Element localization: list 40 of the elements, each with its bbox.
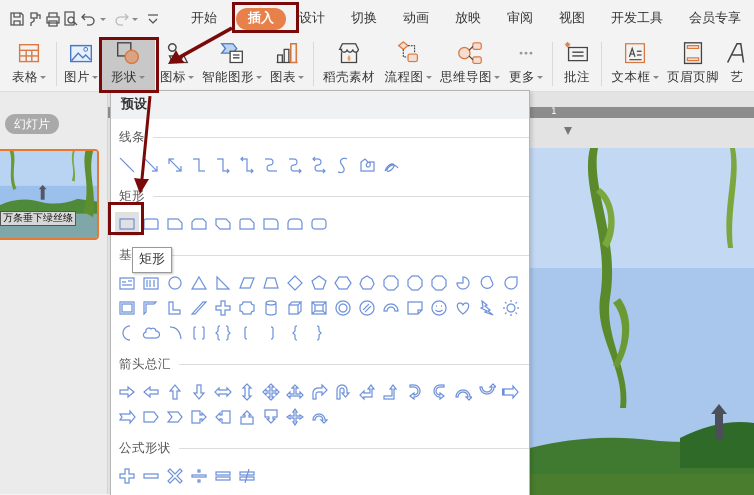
annotation-arrow [168, 26, 233, 64]
ribbon-tab[interactable]: 动画 [390, 8, 442, 30]
section-title: 基 [119, 246, 132, 264]
annotation-box [108, 202, 144, 235]
ribbon-tab[interactable]: 切换 [338, 8, 390, 30]
ribbon-tab[interactable]: 开始 [178, 8, 230, 30]
indent-marker-icon[interactable] [563, 126, 573, 136]
tooltip: 矩形 [132, 247, 172, 272]
ribbon-button[interactable]: 批注 [557, 38, 597, 90]
ribbon-tab[interactable]: 审阅 [494, 8, 546, 30]
annotation-box [99, 37, 159, 93]
mind-map-icon [456, 40, 484, 66]
slide-thumbnail[interactable]: 万条垂下绿丝绦 [0, 148, 99, 240]
menu-header: 预设 [111, 91, 529, 119]
ribbon-button[interactable]: 图表 [265, 38, 309, 90]
ribbon-tab[interactable]: 设计 [286, 8, 338, 30]
ribbon-button[interactable]: 表格 [6, 38, 52, 90]
annotation-box [232, 2, 299, 33]
ribbon-tab[interactable]: 开发工具 [598, 8, 676, 30]
ruler-number: 1 [551, 107, 557, 117]
ribbon-button[interactable]: 文本框 [606, 38, 664, 90]
ribbon-button[interactable]: 思维导图 [436, 38, 504, 90]
section-title: 矩形 [119, 186, 145, 205]
caret-icon[interactable] [100, 18, 106, 20]
ribbon-button[interactable]: 图片 [61, 38, 101, 90]
ribbon-button[interactable]: 流程图 [380, 38, 436, 90]
ribbon-tab[interactable]: 放映 [442, 8, 494, 30]
ribbon-button[interactable]: 页眉页脚 [664, 38, 722, 90]
section-title: 箭头总汇 [119, 354, 171, 373]
ribbon-tab[interactable]: 会员专享 [676, 8, 754, 30]
ribbon-button[interactable]: 形状 [101, 38, 155, 90]
slide-caption: 万条垂下绿丝绦 [0, 210, 76, 226]
ribbon-button[interactable]: 稻壳素材 [318, 38, 380, 90]
ribbon-button[interactable]: 艺 [722, 38, 752, 90]
shapes-icon [114, 40, 142, 66]
caret-icon[interactable] [132, 18, 138, 20]
section-title: 公式形状 [119, 438, 171, 457]
ribbon-tab[interactable]: 视图 [546, 8, 598, 30]
section-title: 线条 [119, 128, 145, 146]
ribbon-button[interactable]: 更多 [504, 38, 548, 90]
